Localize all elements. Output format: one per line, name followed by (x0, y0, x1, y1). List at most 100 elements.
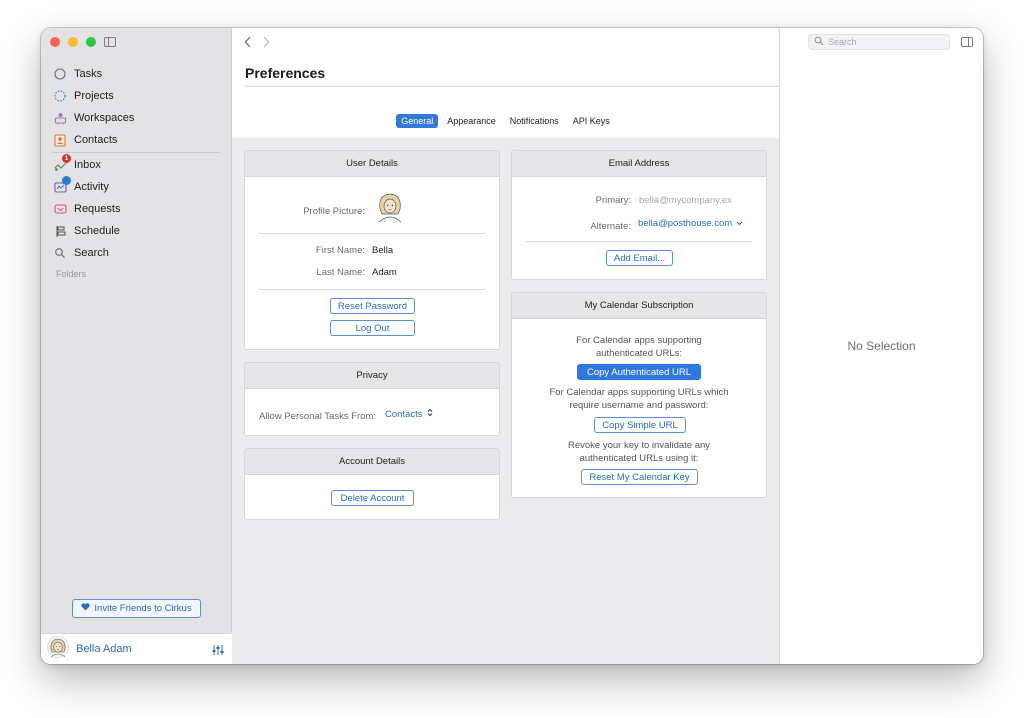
invite-friends-button[interactable]: Invite Friends to Cirkus (72, 599, 201, 618)
inspector-panel: No Selection (779, 28, 983, 664)
copy-authenticated-url-button[interactable]: Copy Authenticated URL (577, 364, 701, 380)
window-controls (50, 37, 96, 47)
sidebar-item-label: Schedule (74, 225, 120, 237)
sidebar-item-contacts[interactable]: Contacts (41, 129, 231, 151)
current-user-bar[interactable]: Bella Adam (41, 633, 232, 664)
reset-calendar-key-button[interactable]: Reset My Calendar Key (581, 469, 698, 485)
zoom-window-button[interactable] (86, 37, 96, 47)
sidebar-item-inbox[interactable]: 1 Inbox (41, 154, 231, 176)
sidebar-item-schedule[interactable]: Schedule (41, 220, 231, 242)
primary-email-value: bella@mycompany.ex (639, 195, 732, 206)
calendar-simple-text-line2: require username and password: (569, 399, 709, 411)
inspector-toggle-icon[interactable] (961, 37, 973, 47)
sidebar-item-activity[interactable]: Activity (41, 176, 231, 198)
header-divider (244, 86, 779, 87)
alternate-email-select[interactable]: bella@posthouse.com (638, 218, 743, 229)
history-navigation (244, 35, 270, 51)
sidebar-item-projects[interactable]: Projects (41, 85, 231, 107)
minimize-window-button[interactable] (68, 37, 78, 47)
add-email-button[interactable]: Add Email... (606, 250, 673, 266)
current-user-name: Bella Adam (76, 643, 132, 655)
allow-personal-tasks-select[interactable]: Contacts (385, 408, 433, 420)
calendar-subscription-card: My Calendar Subscription For Calendar ap… (511, 292, 767, 498)
sidebar-item-requests[interactable]: Requests (41, 198, 231, 220)
sidebar-item-label: Projects (74, 90, 114, 102)
divider (259, 289, 485, 290)
sidebar-item-label: Inbox (74, 159, 101, 171)
activity-badge-icon (62, 176, 71, 185)
forward-chevron-icon[interactable] (262, 35, 270, 51)
search-icon (814, 36, 824, 48)
calendar-simple-text-line1: For Calendar apps supporting URLs which (549, 387, 729, 398)
main-header: Preferences General Appearance Notificat… (232, 28, 779, 138)
sidebar-item-search[interactable]: Search (41, 242, 231, 264)
calendar-revoke-text: Revoke your key to invalidate any authen… (512, 440, 766, 465)
sidebar-nav: Tasks Projects Workspaces Contacts 1 Inb… (41, 63, 231, 284)
calendar-subscription-title: My Calendar Subscription (512, 293, 766, 319)
sidebar-item-tasks[interactable]: Tasks (41, 63, 231, 85)
sidebar: Tasks Projects Workspaces Contacts 1 Inb… (41, 28, 232, 664)
email-address-card: Email Address Primary: bella@mycompany.e… (511, 150, 767, 280)
invite-friends-label: Invite Friends to Cirkus (94, 603, 192, 614)
user-details-title: User Details (245, 151, 499, 177)
inbox-badge: 1 (62, 154, 71, 163)
privacy-card: Privacy Allow Personal Tasks From: Conta… (244, 362, 500, 436)
schedule-icon (53, 224, 67, 238)
sidebar-divider (52, 152, 220, 153)
allow-personal-tasks-label: Allow Personal Tasks From: (259, 411, 377, 422)
alternate-email-label: Alternate: (590, 221, 631, 232)
copy-simple-url-button[interactable]: Copy Simple URL (594, 417, 686, 433)
close-window-button[interactable] (50, 37, 60, 47)
tab-notifications[interactable]: Notifications (505, 114, 564, 128)
primary-email-label: Primary: (595, 195, 631, 206)
first-name-label: First Name: (315, 245, 365, 256)
profile-picture-avatar[interactable] (375, 191, 405, 228)
sidebar-toggle-icon[interactable] (104, 37, 116, 47)
user-details-card: User Details Profile Picture: First Name… (244, 150, 500, 350)
inbox-icon: 1 (53, 154, 71, 172)
requests-icon (53, 202, 67, 216)
search-input[interactable] (828, 37, 938, 47)
dotted-circle-icon (53, 89, 67, 103)
last-name-value[interactable]: Adam (372, 267, 397, 278)
chevron-down-icon (736, 218, 743, 229)
calendar-auth-text-line1: For Calendar apps supporting (576, 335, 702, 346)
divider (526, 241, 752, 242)
main-panel: Preferences General Appearance Notificat… (232, 28, 779, 664)
last-name-label: Last Name: (316, 267, 365, 278)
log-out-button[interactable]: Log Out (330, 320, 415, 336)
sidebar-item-label: Workspaces (74, 112, 135, 124)
privacy-title: Privacy (245, 363, 499, 389)
sidebar-item-label: Contacts (74, 134, 118, 146)
folders-section-label: Folders (56, 269, 87, 279)
search-icon (53, 246, 67, 260)
account-details-title: Account Details (245, 449, 499, 475)
tab-appearance[interactable]: Appearance (442, 114, 501, 128)
calendar-auth-text: For Calendar apps supporting authenticat… (512, 335, 766, 360)
account-details-card: Account Details Delete Account (244, 448, 500, 520)
reset-password-button[interactable]: Reset Password (330, 298, 415, 314)
contacts-icon (53, 133, 67, 147)
sidebar-item-label: Search (74, 247, 109, 259)
updown-chevron-icon (427, 408, 433, 420)
no-selection-text: No Selection (847, 339, 916, 353)
workspaces-icon (53, 111, 67, 125)
profile-picture-label: Profile Picture: (303, 206, 365, 217)
email-address-title: Email Address (512, 151, 766, 177)
allow-personal-tasks-value: Contacts (385, 408, 423, 420)
preferences-tabs: General Appearance Notifications API Key… (232, 114, 779, 128)
heart-icon (81, 603, 91, 614)
calendar-revoke-text-line2: authenticated URLs using it: (579, 452, 699, 464)
sidebar-item-workspaces[interactable]: Workspaces (41, 107, 231, 129)
back-chevron-icon[interactable] (244, 35, 252, 51)
first-name-value[interactable]: Bella (372, 245, 393, 256)
search-field[interactable] (808, 34, 950, 50)
tab-api-keys[interactable]: API Keys (568, 114, 615, 128)
tab-general[interactable]: General (396, 114, 439, 128)
sliders-settings-icon[interactable] (212, 643, 224, 661)
alternate-email-value: bella@posthouse.com (638, 218, 733, 229)
circle-icon (53, 67, 67, 81)
delete-account-button[interactable]: Delete Account (331, 490, 414, 506)
divider (259, 233, 485, 234)
sidebar-item-label: Requests (74, 203, 121, 215)
